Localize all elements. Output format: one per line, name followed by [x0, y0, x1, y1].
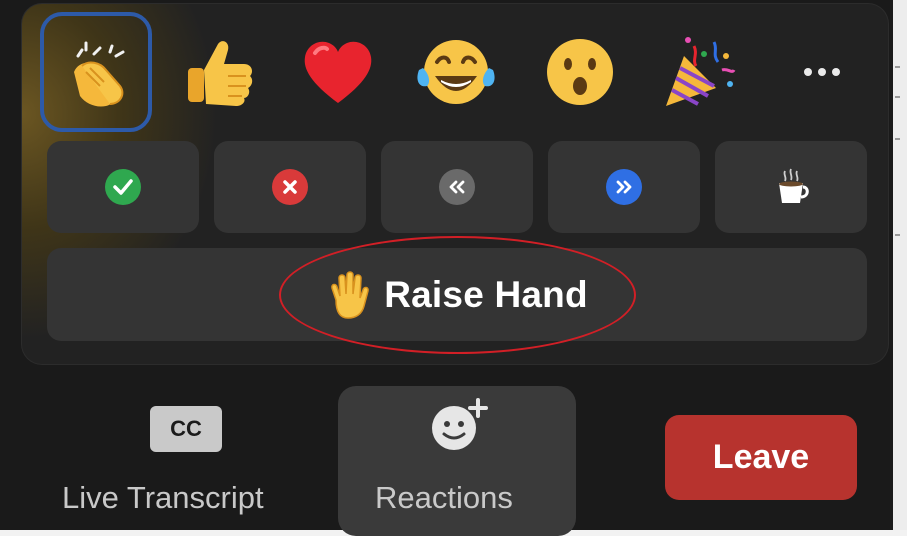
- emoji-reactions-row: [40, 12, 870, 132]
- raise-hand-label: Raise Hand: [384, 273, 588, 315]
- fast-forward-icon: [606, 169, 642, 205]
- meeting-toolbar: CC Live Transcript Reactions Leave: [0, 376, 893, 536]
- live-transcript-button[interactable]: CC Live Transcript: [0, 376, 330, 530]
- raise-hand-button[interactable]: Raise Hand: [47, 248, 867, 341]
- clapping-hands-reaction-button[interactable]: [40, 12, 152, 132]
- surprised-face-icon: [547, 39, 613, 105]
- coffee-cup-icon: [779, 168, 809, 203]
- reactions-button[interactable]: Reactions: [338, 386, 576, 536]
- clapping-hands-icon: [74, 41, 125, 107]
- smiley-add-icon: [432, 398, 488, 450]
- leave-button[interactable]: Leave: [665, 415, 857, 500]
- no-button[interactable]: [214, 141, 366, 233]
- heart-icon: [304, 41, 372, 103]
- yes-button[interactable]: [47, 141, 199, 233]
- tears-of-joy-icon: [417, 40, 495, 104]
- live-transcript-label: Live Transcript: [62, 480, 264, 515]
- slow-down-button[interactable]: [381, 141, 533, 233]
- coffee-break-button[interactable]: [715, 141, 867, 233]
- rewind-icon: [439, 169, 475, 205]
- reactions-popover: Raise Hand: [22, 4, 888, 364]
- reactions-label: Reactions: [375, 480, 513, 515]
- x-mark-icon: [272, 169, 308, 205]
- thumbs-up-icon: [188, 41, 253, 106]
- more-icon: [804, 68, 840, 76]
- party-popper-reaction-button[interactable]: [642, 12, 754, 132]
- quick-feedback-row: [47, 141, 867, 233]
- heart-reaction-button[interactable]: [282, 12, 394, 132]
- background-window-edge: [893, 0, 907, 530]
- thumbs-up-reaction-button[interactable]: [164, 12, 276, 132]
- checkmark-icon: [105, 169, 141, 205]
- party-popper-icon: [666, 37, 736, 106]
- open-mouth-reaction-button[interactable]: [524, 12, 636, 132]
- speed-up-button[interactable]: [548, 141, 700, 233]
- tears-of-joy-reaction-button[interactable]: [400, 12, 512, 132]
- meeting-window: Raise Hand CC Live Transcript Reactions …: [0, 0, 894, 536]
- closed-caption-icon: CC: [150, 406, 222, 452]
- more-reactions-button[interactable]: [776, 12, 868, 132]
- raised-hand-icon: [331, 270, 370, 319]
